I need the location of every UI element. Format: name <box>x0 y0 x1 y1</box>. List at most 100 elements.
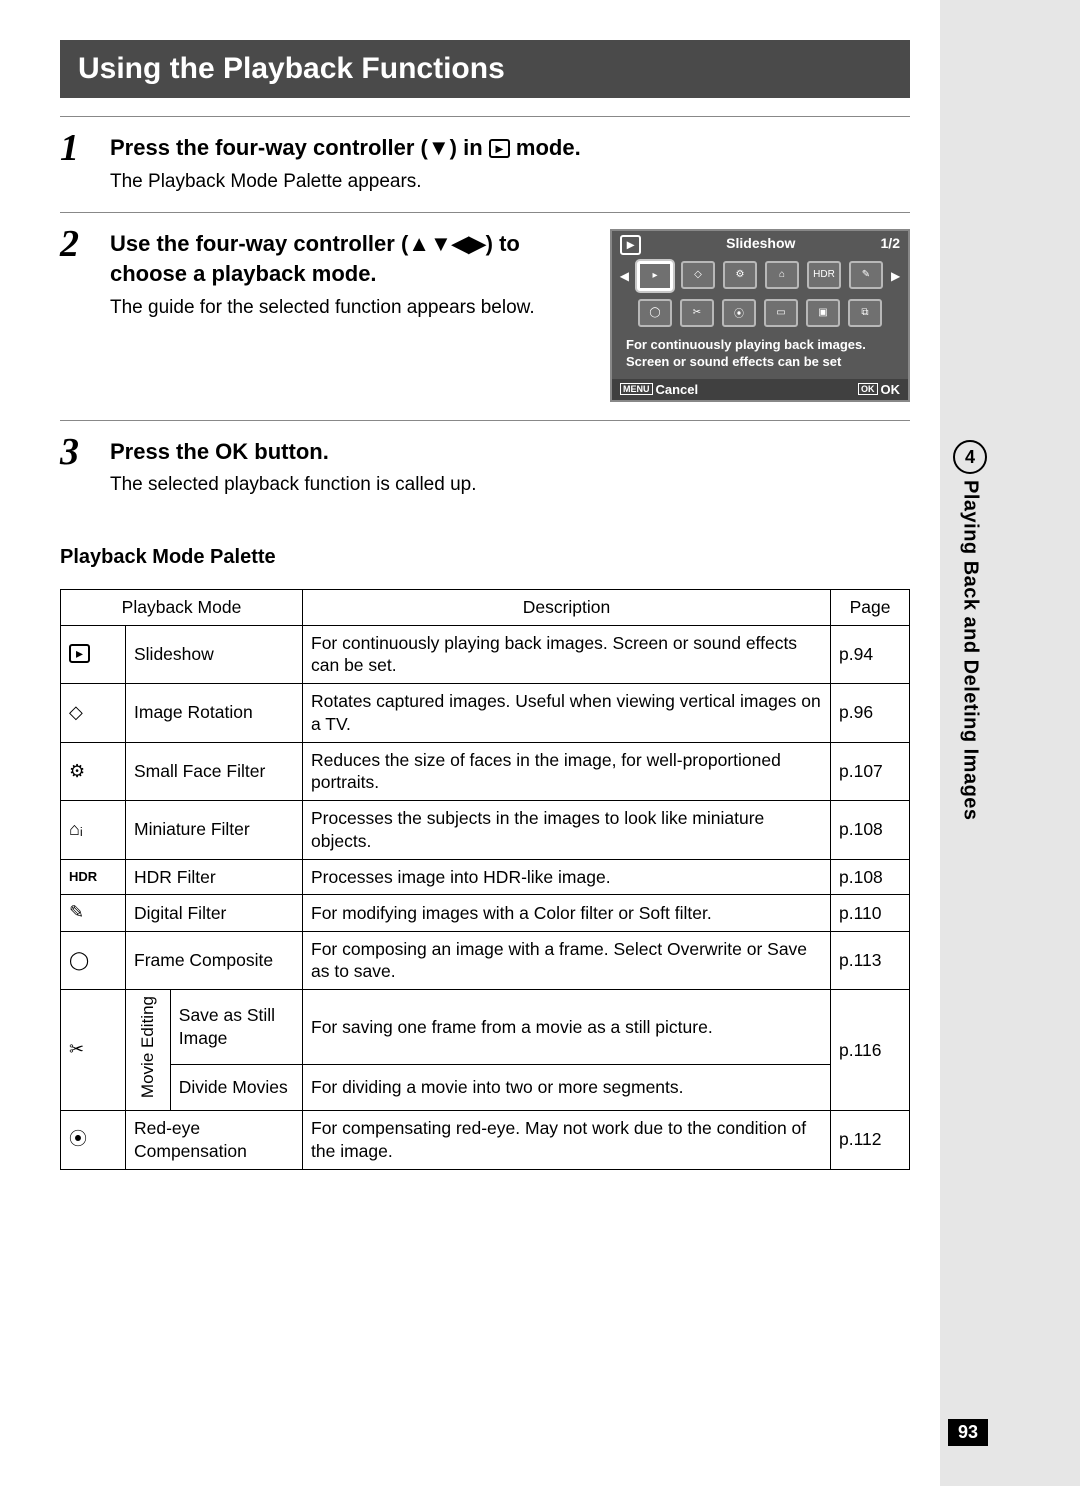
mode-icon: ▸ <box>61 625 126 684</box>
mode-name: Miniature Filter <box>126 801 303 860</box>
lcd-icon-rotation: ◇ <box>681 261 715 289</box>
mode-icon: ⦿ <box>61 1111 126 1170</box>
mode-desc: For compensating red-eye. May not work d… <box>303 1111 831 1170</box>
subsection-title: Playback Mode Palette <box>60 546 910 569</box>
menu-button-icon: MENU <box>620 383 653 395</box>
table-row: ⚙ Small Face Filter Reduces the size of … <box>61 742 910 801</box>
lcd-ok-label: OK <box>881 382 901 397</box>
table-row: Divide Movies For dividing a movie into … <box>61 1065 910 1111</box>
mode-name: Frame Composite <box>126 931 303 990</box>
left-arrow-icon: ◀ <box>620 269 629 283</box>
playback-mode-icon: ▸ <box>489 139 510 158</box>
chapter-title: Playing Back and Deleting Images <box>959 480 982 821</box>
mode-desc: For continuously playing back images. Sc… <box>303 625 831 684</box>
step-description: The Playback Mode Palette appears. <box>110 169 910 195</box>
mode-name: Save as Still Image <box>170 990 302 1065</box>
mode-desc: For composing an image with a frame. Sel… <box>303 931 831 990</box>
th-mode: Playback Mode <box>61 589 303 625</box>
step-1: 1 Press the four-way controller (▼) in ▸… <box>60 116 910 212</box>
ok-button-label: OK <box>215 439 248 464</box>
step-3: 3 Press the OK button. The selected play… <box>60 420 910 516</box>
step-description: The selected playback function is called… <box>110 472 910 498</box>
mode-name: Small Face Filter <box>126 742 303 801</box>
lcd-footer: MENU Cancel OK OK <box>612 379 908 400</box>
table-row: ▸ Slideshow For continuously playing bac… <box>61 625 910 684</box>
movie-editing-group-label: Movie Editing <box>126 990 171 1111</box>
table-row: ⦿ Red-eye Compensation For compensating … <box>61 1111 910 1170</box>
down-arrow-icon: ▼ <box>428 135 450 160</box>
step-number: 3 <box>60 433 110 498</box>
mode-desc: Processes the subjects in the images to … <box>303 801 831 860</box>
lcd-help-text: For continuously playing back images. Sc… <box>612 331 908 379</box>
mode-name: Red-eye Compensation <box>126 1111 303 1170</box>
mode-icon: ◯ <box>61 931 126 990</box>
mode-icon: HDR <box>61 859 126 895</box>
lcd-icon-slideshow: ▸ <box>637 261 673 291</box>
mode-desc: For dividing a movie into two or more se… <box>303 1065 831 1111</box>
mode-name: Divide Movies <box>170 1065 302 1111</box>
mode-page: p.108 <box>831 801 910 860</box>
page-number: 93 <box>948 1419 988 1446</box>
mode-name: HDR Filter <box>126 859 303 895</box>
mode-icon: ⚙ <box>61 742 126 801</box>
mode-desc: For modifying images with a Color filter… <box>303 895 831 931</box>
lcd-cancel-label: Cancel <box>656 382 699 397</box>
table-row: ⌂ᵢ Miniature Filter Processes the subjec… <box>61 801 910 860</box>
table-row: ✂ Movie Editing Save as Still Image For … <box>61 990 910 1065</box>
mode-icon: ✂ <box>61 990 126 1111</box>
mode-icon: ✎ <box>61 895 126 931</box>
lcd-icon-redeye: ⦿ <box>722 299 756 327</box>
lcd-icon-hdr: HDR <box>807 261 841 289</box>
th-page: Page <box>831 589 910 625</box>
mode-desc: Rotates captured images. Useful when vie… <box>303 684 831 743</box>
lcd-title: Slideshow <box>726 235 795 254</box>
th-desc: Description <box>303 589 831 625</box>
lcd-icon-movie-edit: ✂ <box>680 299 714 327</box>
step-description: The guide for the selected function appe… <box>110 295 594 321</box>
lcd-icon-digital-filter: ✎ <box>849 261 883 289</box>
mode-page: p.116 <box>831 990 910 1111</box>
mode-desc: For saving one frame from a movie as a s… <box>303 990 831 1065</box>
lcd-icon-crop: ▣ <box>806 299 840 327</box>
table-row: ◯ Frame Composite For composing an image… <box>61 931 910 990</box>
lcd-page-indicator: 1/2 <box>881 235 900 254</box>
lcd-icon-resize: ▭ <box>764 299 798 327</box>
step-2: 2 Use the four-way controller (▲▼◀▶) to … <box>60 212 910 419</box>
mode-name: Image Rotation <box>126 684 303 743</box>
lcd-icon-miniature: ⌂ <box>765 261 799 289</box>
step-number: 1 <box>60 129 110 194</box>
four-way-arrows-icon: ▲▼◀▶ <box>408 231 485 256</box>
playback-mode-table: Playback Mode Description Page ▸ Slidesh… <box>60 589 910 1170</box>
lcd-icon-row-2: ◯ ✂ ⦿ ▭ ▣ ⧉ <box>612 295 908 331</box>
mode-page: p.110 <box>831 895 910 931</box>
lcd-screen-illustration: ▸ Slideshow 1/2 ◀ ▸ ◇ ⚙ ⌂ HDR ✎ ▶ ◯ ✂ <box>610 229 910 401</box>
step-headline: Press the OK button. <box>110 437 910 467</box>
section-title: Using the Playback Functions <box>60 40 910 98</box>
lcd-icon-copy: ⧉ <box>848 299 882 327</box>
mode-desc: Processes image into HDR-like image. <box>303 859 831 895</box>
mode-desc: Reduces the size of faces in the image, … <box>303 742 831 801</box>
chapter-number: 4 <box>953 440 987 474</box>
mode-page: p.96 <box>831 684 910 743</box>
mode-icon: ⌂ᵢ <box>61 801 126 860</box>
mode-name: Slideshow <box>126 625 303 684</box>
mode-icon: ◇ <box>61 684 126 743</box>
lcd-icon-row-1: ◀ ▸ ◇ ⚙ ⌂ HDR ✎ ▶ <box>612 257 908 295</box>
playback-mode-icon: ▸ <box>620 235 641 254</box>
mode-page: p.107 <box>831 742 910 801</box>
right-arrow-icon: ▶ <box>891 269 900 283</box>
lcd-icon-small-face: ⚙ <box>723 261 757 289</box>
step-headline: Use the four-way controller (▲▼◀▶) to ch… <box>110 229 594 288</box>
mode-page: p.94 <box>831 625 910 684</box>
ok-button-icon: OK <box>858 383 878 395</box>
mode-page: p.108 <box>831 859 910 895</box>
manual-page: 4 Playing Back and Deleting Images 93 Us… <box>0 0 940 1486</box>
step-headline: Press the four-way controller (▼) in ▸ m… <box>110 133 910 163</box>
table-row: ◇ Image Rotation Rotates captured images… <box>61 684 910 743</box>
table-row: HDR HDR Filter Processes image into HDR-… <box>61 859 910 895</box>
mode-name: Digital Filter <box>126 895 303 931</box>
mode-page: p.112 <box>831 1111 910 1170</box>
mode-page: p.113 <box>831 931 910 990</box>
lcd-icon-frame: ◯ <box>638 299 672 327</box>
table-row: ✎ Digital Filter For modifying images wi… <box>61 895 910 931</box>
